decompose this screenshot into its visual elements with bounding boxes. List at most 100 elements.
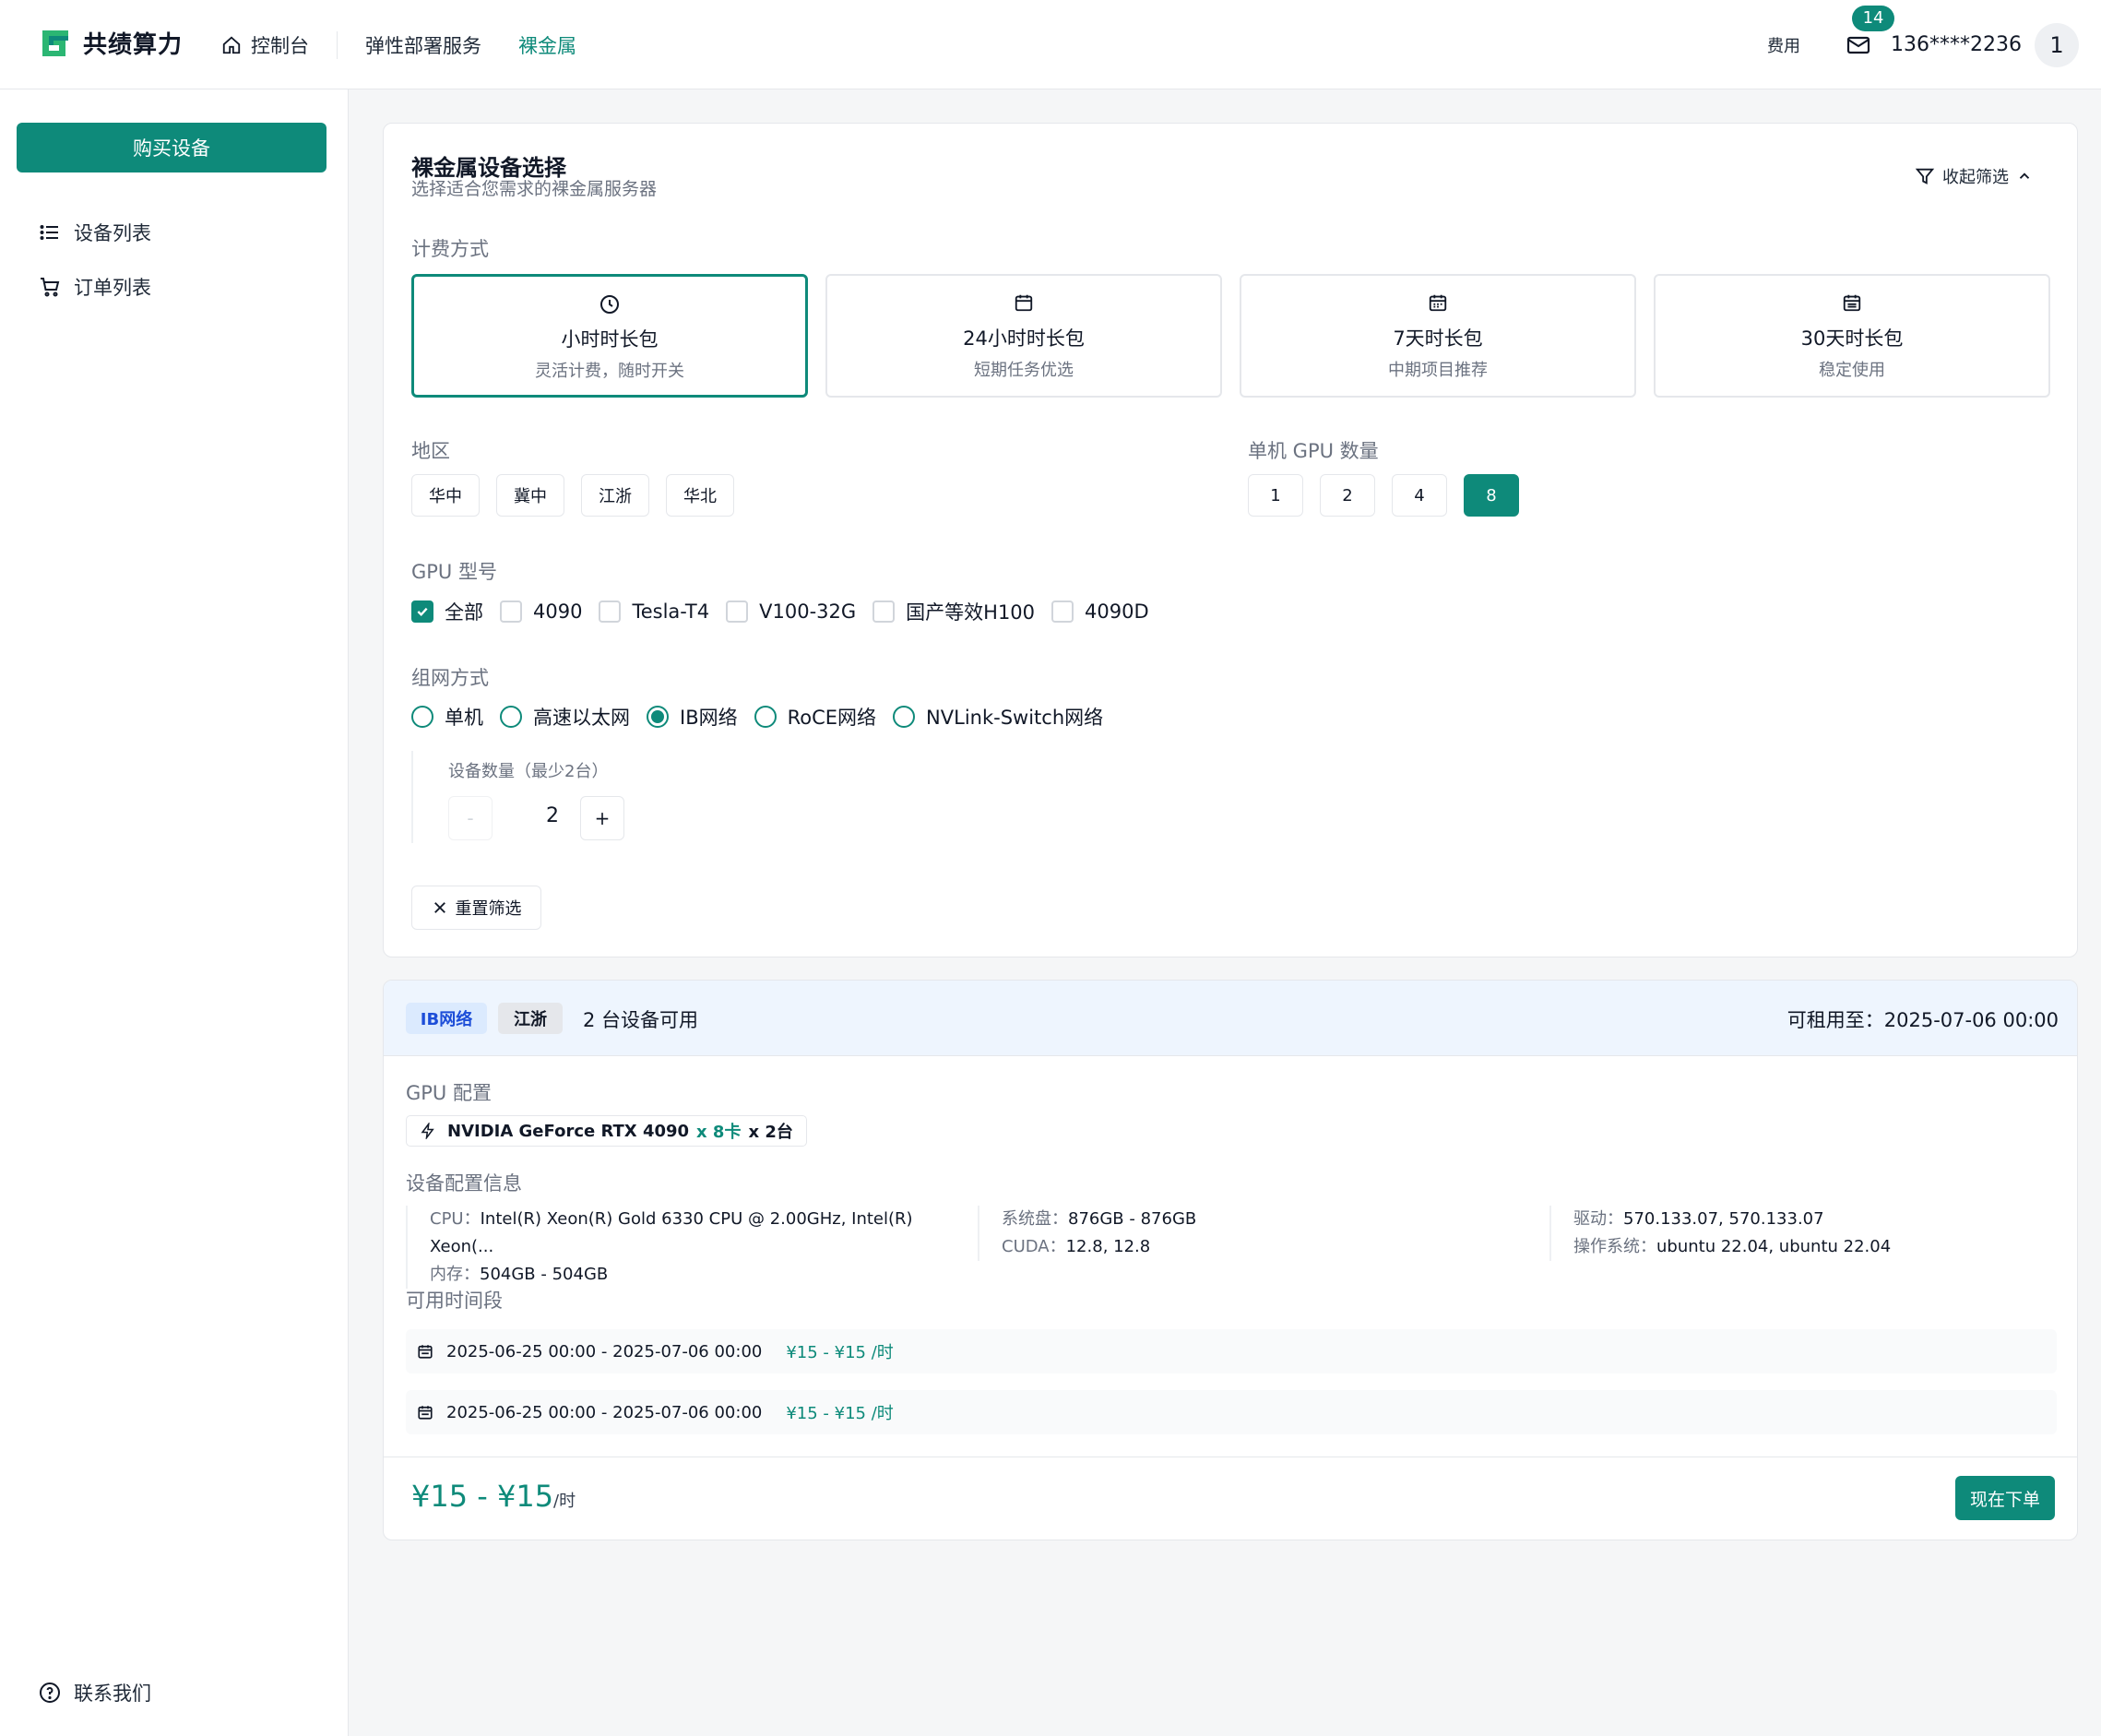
quantity-decrement-button[interactable]: -: [448, 796, 493, 840]
time-slot-range: 2025-06-25 00:00 - 2025-07-06 00:00: [446, 1402, 763, 1422]
nav-console[interactable]: 控制台: [221, 27, 337, 64]
header-right: 费用 14 136****2236 1: [1767, 0, 2079, 89]
main-nav: 控制台 弹性部署服务 裸金属: [221, 0, 604, 89]
sidebar: 购买设备 设备列表 订单列表 联系我们: [0, 89, 349, 1736]
gpu-model-option-label: Tesla-T4: [632, 600, 710, 623]
gpu-config-chip: NVIDIA GeForce RTX 4090 x 8卡 x 2台: [406, 1115, 807, 1147]
region-chip[interactable]: 华中: [411, 474, 480, 517]
region-chip[interactable]: 华北: [666, 474, 734, 517]
time-slot-price: ¥15 - ¥15 /时: [786, 1404, 894, 1423]
calendar-icon: [418, 1406, 433, 1420]
checkbox-checked[interactable]: [411, 600, 433, 623]
help-circle-icon: [40, 1682, 60, 1703]
sidebar-item-order-list[interactable]: 订单列表: [39, 273, 151, 301]
lightning-icon: [421, 1123, 434, 1139]
radio[interactable]: [411, 706, 433, 728]
billing-option-7d[interactable]: 7天时长包 中期项目推荐: [1240, 274, 1636, 398]
calendar-icon: [1015, 294, 1033, 312]
nav-elastic-deploy[interactable]: 弹性部署服务: [338, 27, 509, 64]
network-ethernet[interactable]: 高速以太网: [500, 703, 630, 731]
time-slot-row: 2025-06-25 00:00 - 2025-07-06 00:00 ¥15 …: [406, 1390, 2057, 1434]
sidebar-item-label: 订单列表: [74, 277, 151, 299]
time-slot-price: ¥15 - ¥15 /时: [786, 1343, 894, 1362]
gpu-model-option-label: 全部: [445, 601, 483, 624]
collapse-filter-label: 收起筛选: [1942, 168, 2009, 187]
brand-name: 共绩算力: [83, 31, 184, 59]
nav-console-label: 控制台: [251, 34, 309, 57]
quantity-input[interactable]: 2: [520, 804, 585, 827]
nav-elastic-deploy-label: 弹性部署服务: [365, 34, 481, 57]
region-chip[interactable]: 江浙: [581, 474, 649, 517]
gpu-model-all[interactable]: 全部: [411, 598, 483, 625]
checkbox[interactable]: [872, 600, 896, 623]
gpu-count-chip[interactable]: 2: [1320, 474, 1375, 517]
gpu-model-v100[interactable]: V100-32G: [726, 600, 856, 623]
radio[interactable]: [893, 706, 916, 728]
fee-link[interactable]: 费用: [1767, 33, 1800, 57]
collapse-filter-button[interactable]: 收起筛选: [1915, 164, 2033, 188]
driver-value: 570.133.07, 570.133.07: [1623, 1209, 1824, 1229]
gpu-count-chip[interactable]: 4: [1392, 474, 1447, 517]
quantity-increment-button[interactable]: +: [580, 796, 624, 840]
cart-icon: [41, 278, 60, 297]
price-value: ¥15 - ¥15: [411, 1479, 554, 1514]
region-chip[interactable]: 冀中: [496, 474, 564, 517]
network-standalone[interactable]: 单机: [411, 703, 483, 731]
checkbox[interactable]: [599, 600, 622, 623]
sidebar-item-device-list[interactable]: 设备列表: [39, 219, 151, 246]
radio-dot: [651, 710, 664, 723]
contact-us-label: 联系我们: [74, 1682, 151, 1705]
filter-panel: 裸金属设备选择 选择适合您需求的裸金属服务器 收起筛选 计费方式 小时时长包 灵…: [383, 123, 2078, 957]
billing-option-title: 30天时长包: [1800, 327, 1904, 350]
check-icon: [417, 607, 428, 617]
contact-us-link[interactable]: 联系我们: [39, 1679, 151, 1706]
network-roce[interactable]: RoCE网络: [754, 703, 876, 731]
gpu-model-4090d[interactable]: 4090D: [1051, 600, 1149, 623]
device-info-col-driver: 驱动：570.133.07, 570.133.07 操作系统：ubuntu 22…: [1549, 1206, 2066, 1261]
panel-subtitle: 选择适合您需求的裸金属服务器: [411, 179, 658, 199]
gpu-units: x 2台: [748, 1123, 793, 1142]
gpu-model-4090[interactable]: 4090: [500, 600, 582, 623]
user-account[interactable]: 136****2236: [1891, 33, 2022, 56]
network-ib[interactable]: IB网络: [647, 703, 738, 731]
reset-filter-button[interactable]: 重置筛选: [411, 886, 541, 930]
network-label: 组网方式: [411, 667, 489, 689]
gpu-count-label: 单机 GPU 数量: [1248, 440, 1379, 462]
buy-device-button[interactable]: 购买设备: [17, 123, 326, 172]
network-nvlink[interactable]: NVLink-Switch网络: [893, 703, 1103, 731]
checkbox[interactable]: [726, 600, 749, 623]
checkbox[interactable]: [500, 600, 522, 623]
top-header: 共绩算力 控制台 弹性部署服务 裸金属 费用 14 136****2236 1: [0, 0, 2101, 89]
order-now-button[interactable]: 现在下单: [1955, 1476, 2055, 1520]
avatar[interactable]: 1: [2035, 22, 2079, 67]
radio[interactable]: [754, 706, 777, 728]
nav-bare-metal[interactable]: 裸金属: [509, 27, 604, 64]
radio[interactable]: [500, 706, 522, 728]
chevron-up-icon: [2019, 172, 2030, 179]
os-key: 操作系统：: [1573, 1237, 1656, 1256]
gpu-count-chip[interactable]: 1: [1248, 474, 1303, 517]
gpu-model-option-label: V100-32G: [759, 600, 857, 623]
gpu-cards: x 8卡: [696, 1123, 742, 1142]
network-option-label: RoCE网络: [787, 707, 877, 729]
gpu-model-tesla-t4[interactable]: Tesla-T4: [599, 600, 709, 623]
billing-option-30d[interactable]: 30天时长包 稳定使用: [1654, 274, 2050, 398]
radio-selected[interactable]: [647, 706, 669, 728]
price-range: ¥15 - ¥15/时: [411, 1479, 576, 1514]
messages-button[interactable]: 14: [1845, 5, 1895, 59]
brand-logo[interactable]: 共绩算力: [39, 26, 183, 60]
gpu-model-h100-equivalent[interactable]: 国产等效H100: [872, 598, 1035, 625]
device-info-label: 设备配置信息: [406, 1172, 522, 1195]
cuda-key: CUDA：: [1002, 1237, 1066, 1256]
filter-icon: [1915, 168, 1935, 184]
billing-option-desc: 灵活计费，随时开关: [535, 362, 684, 381]
gpu-count-chip-selected[interactable]: 8: [1464, 474, 1519, 517]
cpu-value: Intel(R) Xeon(R) Gold 6330 CPU @ 2.00GHz…: [430, 1209, 913, 1256]
billing-option-24h[interactable]: 24小时时长包 短期任务优选: [825, 274, 1222, 398]
region-tag: 江浙: [498, 1003, 563, 1034]
billing-option-hourly[interactable]: 小时时长包 灵活计费，随时开关: [411, 274, 808, 398]
checkbox[interactable]: [1051, 600, 1074, 623]
gpu-model-label: GPU 型号: [411, 561, 497, 583]
gpu-model-option-label: 4090: [533, 600, 583, 623]
device-info-col-cpu: CPU：Intel(R) Xeon(R) Gold 6330 CPU @ 2.0…: [406, 1206, 959, 1289]
